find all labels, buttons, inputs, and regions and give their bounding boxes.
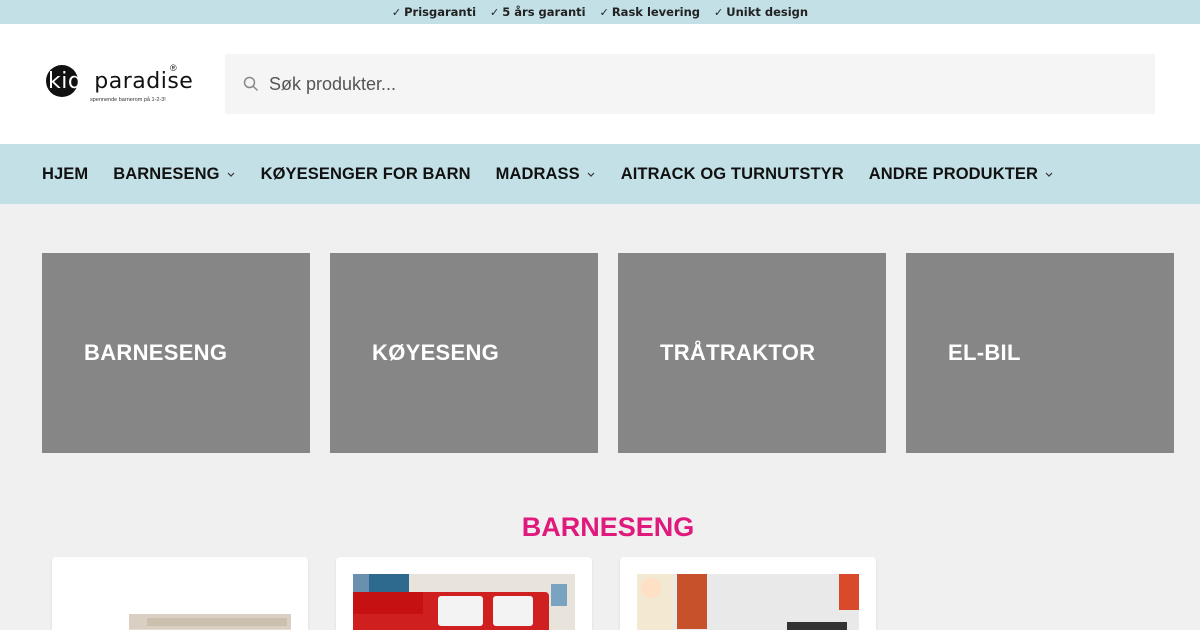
category-tile-barneseng[interactable]: BARNESENG	[42, 253, 310, 453]
check-icon: ✓	[599, 5, 609, 19]
check-icon: ✓	[391, 5, 402, 19]
kids-room-image	[637, 574, 859, 630]
chevron-down-icon	[1045, 172, 1053, 177]
white-children-bed-image	[69, 574, 291, 630]
nav-item-koyesenger[interactable]: KØYESENGER FOR BARN	[261, 165, 471, 184]
product-card[interactable]	[336, 557, 592, 630]
logo-tagline: spennende barnerom på 1-2-3!	[90, 97, 166, 103]
nav-label: KØYESENGER FOR BARN	[260, 164, 471, 183]
nav-label: ANDRE PRODUKTER	[868, 164, 1039, 183]
nav-item-hjem[interactable]: HJEM	[42, 165, 88, 184]
product-card[interactable]	[52, 557, 308, 630]
section-title: BARNESENG	[521, 512, 695, 542]
fire-engine-bed-image	[353, 574, 575, 630]
usp-item: ✓ 5 års garanti	[490, 5, 586, 19]
nav-item-barneseng[interactable]: BARNESENG	[113, 165, 235, 184]
main-nav: HJEM BARNESENG KØYESENGER FOR BARN MADRA…	[0, 144, 1200, 204]
nav-label: AITRACK OG TURNUTSTYR	[620, 164, 844, 183]
category-tile-koyeseng[interactable]: KØYESENG	[330, 253, 598, 453]
usp-label: 5 års garanti	[502, 5, 586, 19]
category-label: TRÅTRAKTOR	[660, 340, 816, 365]
usp-label: Prisgaranti	[404, 5, 477, 19]
search-icon	[243, 76, 259, 92]
search-input[interactable]	[269, 73, 1069, 95]
category-label: BARNESENG	[84, 340, 228, 365]
nav-item-aitrack[interactable]: AITRACK OG TURNUTSTYR	[621, 165, 844, 184]
nav-label: HJEM	[42, 164, 89, 183]
registered-mark: ®	[170, 63, 177, 73]
usp-item: ✓ Prisgaranti	[392, 5, 476, 19]
category-label: KØYESENG	[372, 340, 500, 365]
usp-label: Rask levering	[611, 5, 701, 19]
category-tile-el-bil[interactable]: EL-BIL	[906, 253, 1174, 453]
nav-label: BARNESENG	[113, 164, 220, 183]
search-bar[interactable]	[225, 54, 1155, 114]
product-card[interactable]	[620, 557, 876, 630]
usp-item: ✓ Rask levering	[600, 5, 700, 19]
nav-label: MADRASS	[495, 164, 580, 183]
category-tiles: BARNESENG KØYESENG TRÅTRAKTOR EL-BIL	[42, 253, 1174, 453]
site-header: kidsparadise ® spennende barnerom på 1-2…	[0, 24, 1200, 144]
nav-item-madrass[interactable]: MADRASS	[496, 165, 596, 184]
product-grid	[52, 557, 876, 630]
nav-item-andre-produkter[interactable]: ANDRE PRODUKTER	[869, 165, 1054, 184]
category-label: EL-BIL	[948, 340, 1021, 365]
chevron-down-icon	[227, 172, 235, 177]
usp-label: Unikt design	[726, 5, 809, 19]
check-icon: ✓	[490, 5, 500, 19]
category-tile-traktor[interactable]: TRÅTRAKTOR	[618, 253, 886, 453]
check-icon: ✓	[714, 5, 724, 19]
usp-item: ✓ Unikt design	[714, 5, 808, 19]
usp-bar: ✓ Prisgaranti ✓ 5 års garanti ✓ Rask lev…	[0, 0, 1200, 24]
site-logo[interactable]: kidsparadise ® spennende barnerom på 1-2…	[46, 63, 193, 107]
chevron-down-icon	[587, 172, 595, 177]
